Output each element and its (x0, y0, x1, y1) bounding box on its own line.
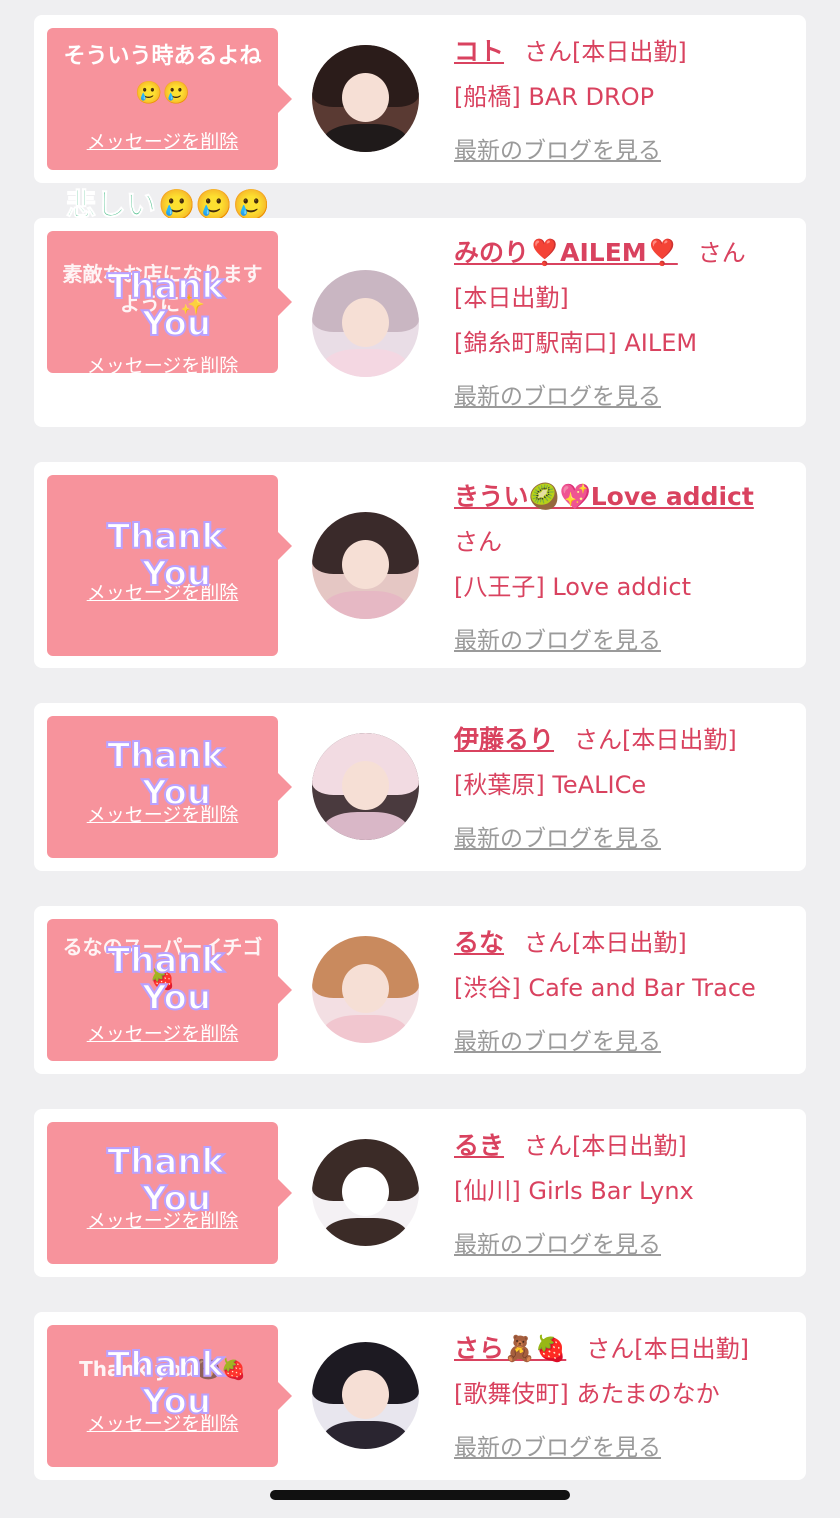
message-text: るなのスーパーイチゴ🍓 (62, 935, 263, 991)
honorific: さん (524, 929, 573, 957)
message-card: メッセージを削除 Thank You 伊藤るり さん[本日出勤] [秋葉原] Te… (34, 703, 806, 871)
message-bubble: Thank you🐻🍓 メッセージを削除 Thank You (47, 1325, 292, 1467)
avatar[interactable] (312, 1139, 419, 1246)
message-text: そういう時あるよね🥲🥲 (63, 44, 262, 106)
message-card: 素敵なお店になりますように✨ メッセージを削除 Thank You みのり❣️A… (34, 218, 806, 427)
delete-message-link[interactable]: メッセージを削除 (47, 351, 278, 378)
message-card: るなのスーパーイチゴ🍓 メッセージを削除 Thank You るな さん[本日出勤… (34, 906, 806, 1074)
delete-message-link[interactable]: メッセージを削除 (47, 1019, 278, 1046)
latest-blog-link[interactable]: 最新のブログを見る (454, 1223, 661, 1268)
shop-location: [歌舞伎町] あたまのなか (454, 1380, 720, 1408)
cast-name-link[interactable]: るな (454, 928, 504, 957)
status-label: [本日出勤] (634, 1335, 749, 1363)
avatar[interactable] (312, 733, 419, 840)
delete-message-link[interactable]: メッセージを削除 (47, 578, 278, 605)
latest-blog-link[interactable]: 最新のブログを見る (454, 1426, 661, 1471)
cast-name-link[interactable]: きうい🥝💖Love addict (454, 482, 754, 511)
latest-blog-link[interactable]: 最新のブログを見る (454, 375, 661, 420)
message-bubble: そういう時あるよね🥲🥲 メッセージを削除 (47, 28, 292, 170)
latest-blog-link[interactable]: 最新のブログを見る (454, 817, 661, 862)
honorific: さん (454, 528, 502, 556)
message-card: そういう時あるよね🥲🥲 メッセージを削除 コト さん[本日出勤] [船橋] BAR… (34, 15, 806, 183)
message-bubble: メッセージを削除 Thank You (47, 1122, 292, 1264)
latest-blog-link[interactable]: 最新のブログを見る (454, 129, 661, 174)
cast-name-link[interactable]: 伊藤るり (454, 725, 554, 754)
cast-name-link[interactable]: みのり❣️AILEM❣️ (454, 238, 678, 267)
avatar[interactable] (312, 270, 419, 377)
delete-message-link[interactable]: メッセージを削除 (47, 1206, 278, 1233)
message-bubble: るなのスーパーイチゴ🍓 メッセージを削除 Thank You (47, 919, 292, 1061)
message-text: Thank you🐻🍓 (79, 1357, 246, 1381)
message-card: Thank you🐻🍓 メッセージを削除 Thank You さら🧸🍓 さん[本日… (34, 1312, 806, 1480)
sticker-line1: Thank (107, 517, 226, 557)
delete-message-link[interactable]: メッセージを削除 (47, 800, 278, 827)
status-label: [本日出勤] (572, 1132, 687, 1160)
honorific: さん (524, 38, 573, 66)
home-indicator[interactable] (270, 1490, 570, 1500)
delete-message-link[interactable]: メッセージを削除 (47, 1409, 278, 1436)
cast-name-link[interactable]: コト (454, 37, 504, 66)
shop-location: [錦糸町駅南口] AILEM (454, 329, 698, 357)
sticker-line1: Thank (107, 1142, 226, 1182)
shop-location: [八王子] Love addict (454, 573, 692, 601)
status-label: [本日出勤] (572, 38, 687, 66)
message-bubble: メッセージを削除 Thank You (47, 716, 292, 858)
message-bubble: メッセージを削除 Thank You (47, 475, 292, 656)
honorific: さん (524, 1132, 573, 1160)
cast-name-link[interactable]: るき (454, 1131, 504, 1160)
avatar[interactable] (312, 936, 419, 1043)
cast-name-link[interactable]: さら🧸🍓 (454, 1334, 566, 1363)
latest-blog-link[interactable]: 最新のブログを見る (454, 619, 661, 664)
avatar[interactable] (312, 45, 419, 152)
honorific: さん (586, 1335, 635, 1363)
message-card: メッセージを削除 Thank You きうい🥝💖Love addict さん [… (34, 462, 806, 668)
honorific: さん (697, 239, 746, 267)
delete-message-link[interactable]: メッセージを削除 (47, 127, 278, 154)
status-label: [本日出勤] (572, 929, 687, 957)
shop-location: [仙川] Girls Bar Lynx (454, 1177, 694, 1205)
shop-location: [渋谷] Cafe and Bar Trace (454, 974, 756, 1002)
shop-location: [秋葉原] TeALICe (454, 771, 647, 799)
avatar[interactable] (312, 512, 419, 619)
latest-blog-link[interactable]: 最新のブログを見る (454, 1020, 661, 1065)
honorific: さん (574, 726, 623, 754)
status-label: [本日出勤] (454, 284, 569, 312)
avatar[interactable] (312, 1342, 419, 1449)
status-label: [本日出勤] (622, 726, 737, 754)
message-bubble: 素敵なお店になりますように✨ メッセージを削除 Thank You (47, 231, 292, 377)
message-text: 素敵なお店になりますように✨ (62, 262, 263, 316)
shop-location: [船橋] BAR DROP (454, 83, 655, 111)
message-card: メッセージを削除 Thank You るき さん[本日出勤] [仙川] Girls… (34, 1109, 806, 1277)
sticker-line1: Thank (107, 736, 226, 776)
